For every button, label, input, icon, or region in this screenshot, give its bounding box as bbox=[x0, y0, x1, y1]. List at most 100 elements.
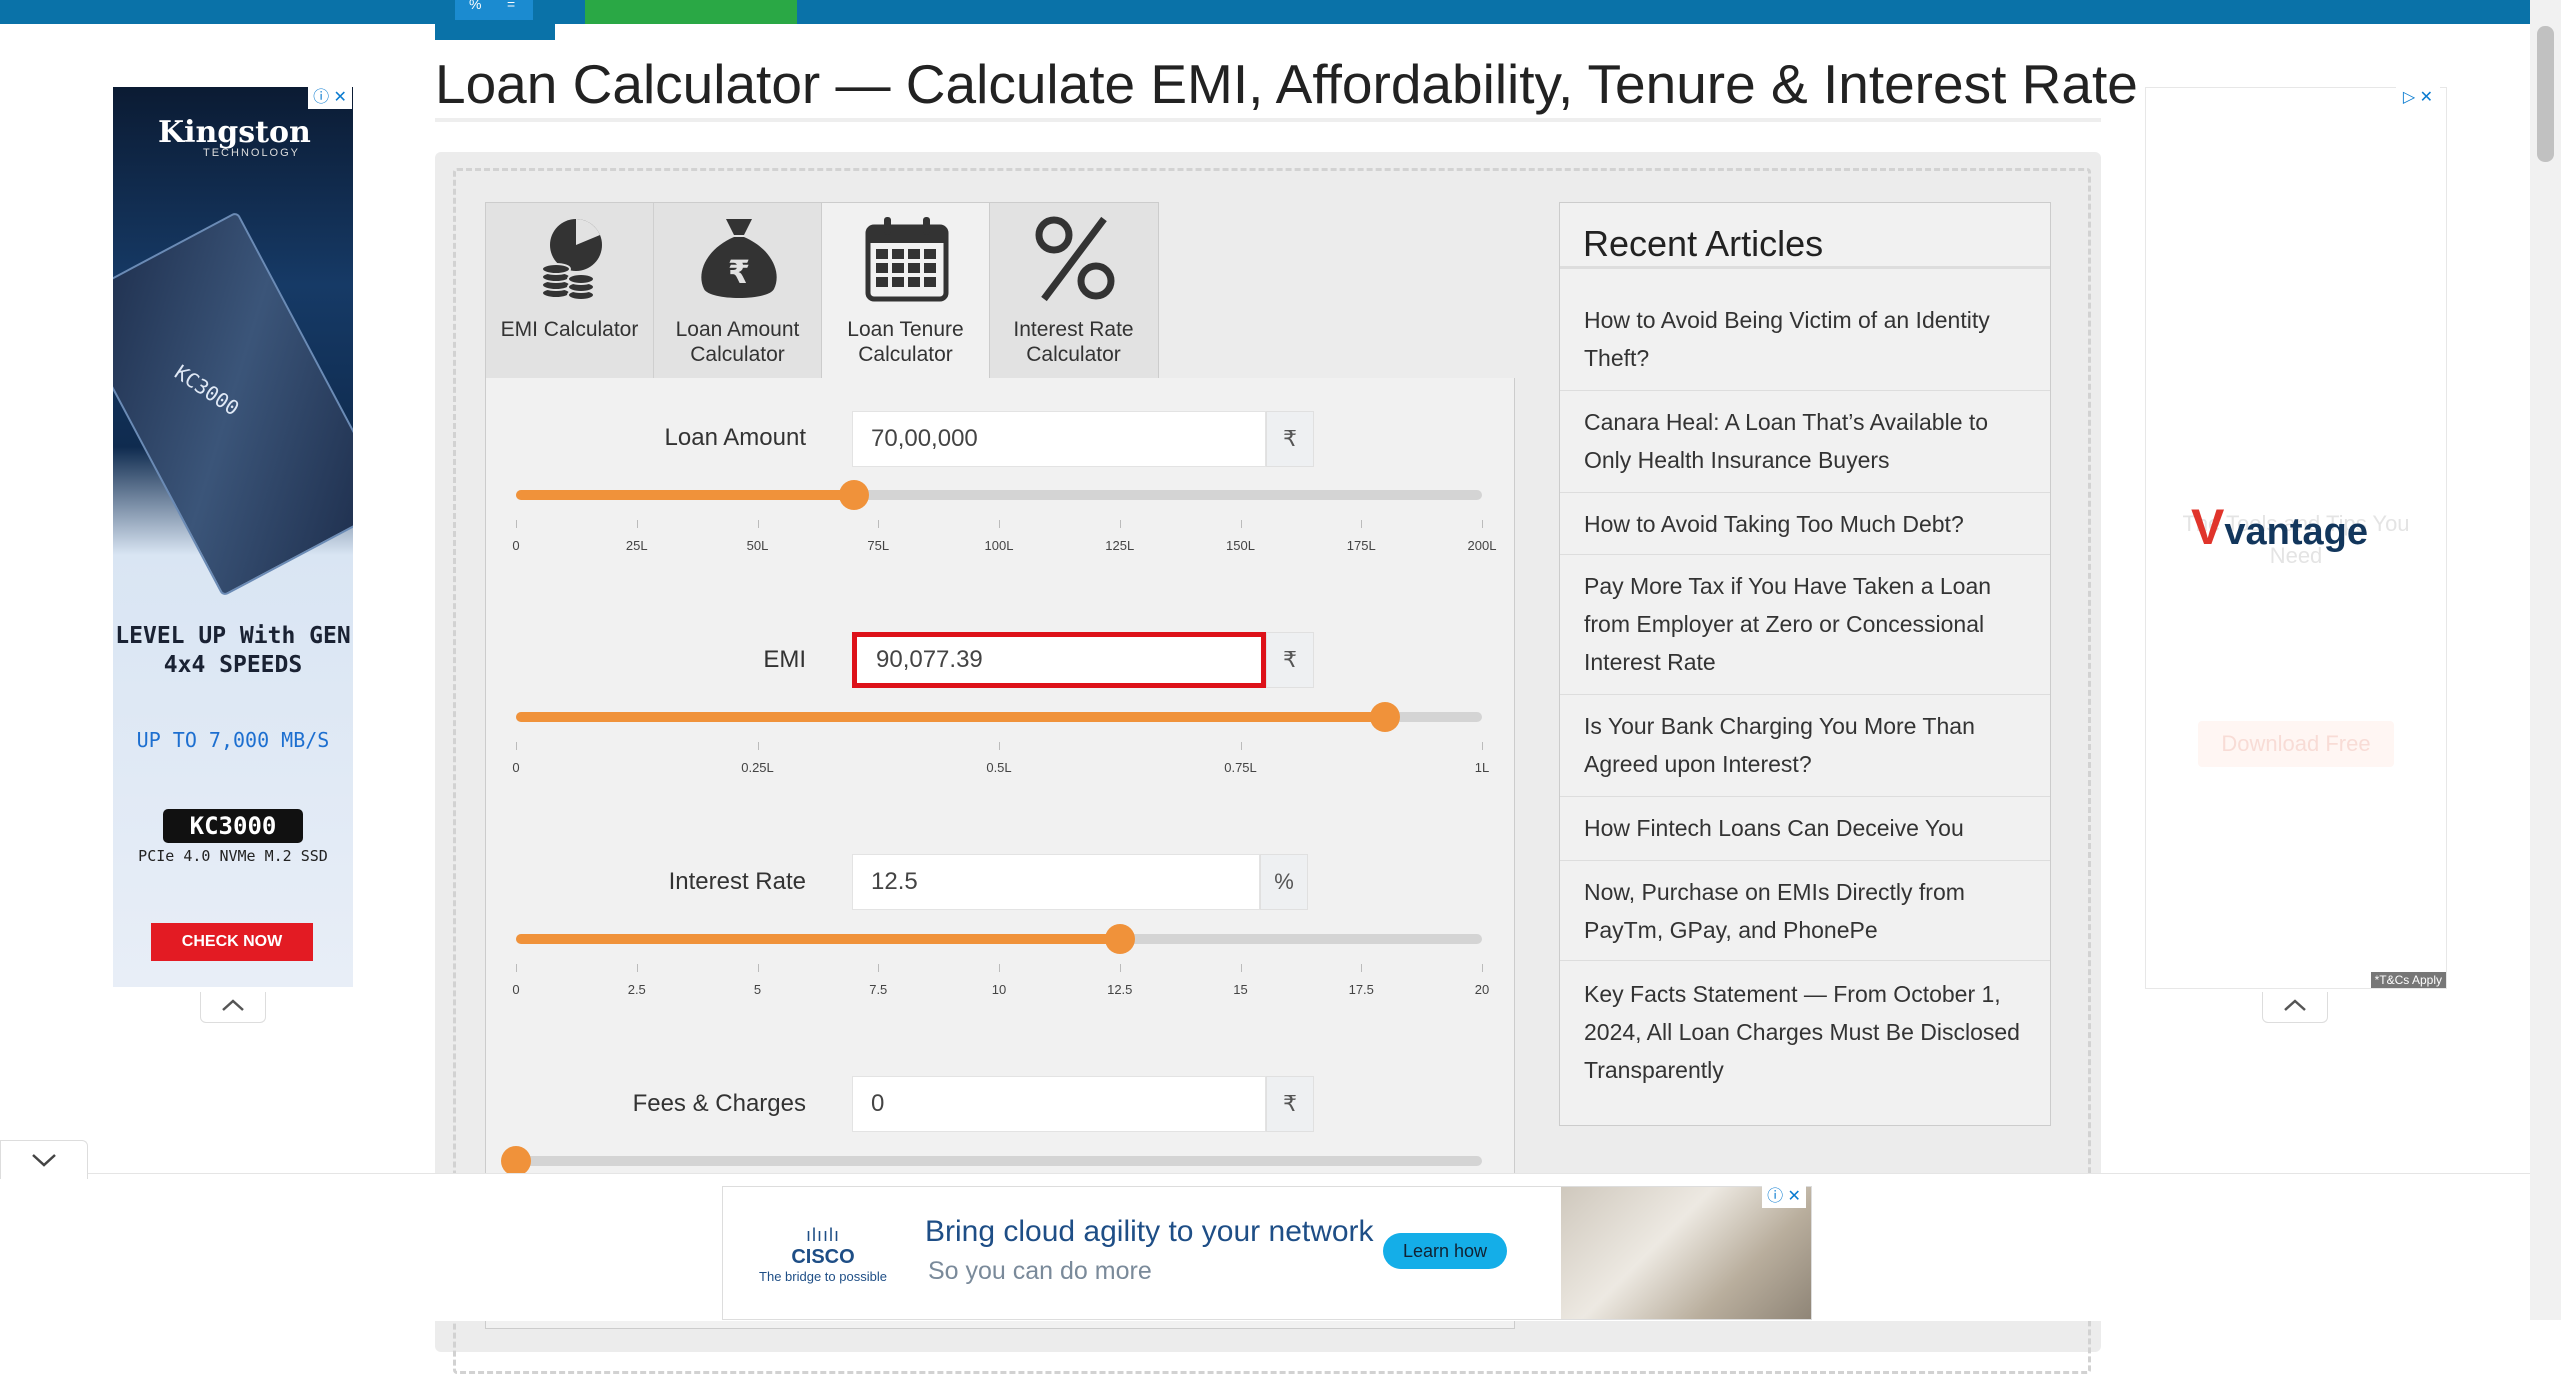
tab-interest-rate-calculator[interactable]: Interest Rate Calculator bbox=[990, 203, 1157, 379]
slider-tick bbox=[1482, 520, 1483, 528]
slider-thumb[interactable] bbox=[501, 1146, 531, 1176]
rupee-addon: ₹ bbox=[1266, 632, 1314, 688]
slider-tick bbox=[999, 964, 1000, 972]
rupee-addon: ₹ bbox=[1266, 411, 1314, 467]
slider-tick bbox=[878, 520, 880, 528]
tab-label: EMI Calculator bbox=[500, 318, 639, 341]
top-nav-bar: % = bbox=[0, 0, 2561, 40]
tab-label: Loan Amount Calculator bbox=[675, 318, 800, 366]
vertical-scrollbar[interactable] bbox=[2530, 0, 2561, 1320]
slider-tick-label: 1L bbox=[1474, 760, 1490, 775]
slider-tick bbox=[757, 742, 759, 750]
slider-tick bbox=[1240, 520, 1242, 528]
slider-tick bbox=[757, 520, 759, 528]
slider-tick-label: 12.5 bbox=[1107, 982, 1133, 997]
slider-tick-label: 0 bbox=[512, 538, 520, 553]
ad-speed: UP TO 7,000 MB/S bbox=[136, 728, 330, 752]
vantage-logo: Vvantage bbox=[2191, 499, 2368, 555]
emi-input[interactable] bbox=[852, 632, 1266, 688]
emi-label: EMI bbox=[763, 646, 806, 673]
cisco-bars-icon: ılıılı bbox=[805, 1225, 840, 1245]
slider-tick bbox=[1482, 742, 1483, 750]
slider-tick bbox=[1240, 742, 1242, 750]
article-link[interactable]: Key Facts Statement — From October 1, 20… bbox=[1560, 961, 2050, 1111]
loan-amount-input[interactable] bbox=[852, 411, 1266, 467]
emi-slider[interactable] bbox=[516, 702, 1482, 732]
adchoices-icon[interactable]: ▷ ✕ bbox=[2396, 87, 2440, 109]
scrollbar-thumb[interactable] bbox=[2537, 26, 2554, 162]
interest-rate-ticks: 0 2.5 5 7.5 10 12.5 15 17.5 20 bbox=[512, 964, 1489, 997]
interest-rate-label: Interest Rate bbox=[668, 868, 806, 895]
right-side-ad[interactable]: The Tools and Tips You Need Vvantage Dow… bbox=[2145, 87, 2447, 989]
tab-emi-calculator[interactable]: EMI Calculator bbox=[486, 203, 654, 379]
ad-headline: LEVEL UP With GEN 4x4 SPEEDS bbox=[115, 623, 351, 678]
article-link[interactable]: How Fintech Loans Can Deceive You bbox=[1560, 797, 2050, 861]
tab-loan-amount-calculator[interactable]: ₹ Loan Amount Calculator bbox=[654, 203, 822, 379]
slider-tick-label: 7.5 bbox=[869, 982, 888, 997]
adchoices-icon[interactable]: ⓘ ✕ bbox=[308, 87, 352, 109]
ad-learn-button[interactable]: Learn how bbox=[1383, 1233, 1507, 1269]
ad-tagline: The bridge to possible bbox=[759, 1269, 887, 1284]
calculator-tabs: EMI Calculator ₹ Loan Amount Calculator … bbox=[485, 202, 1159, 383]
ad-headline: Bring cloud agility to your network bbox=[925, 1215, 1374, 1248]
adchoices-icon[interactable]: ⓘ ✕ bbox=[1762, 1186, 1806, 1208]
collapse-right-ad-button[interactable] bbox=[2262, 992, 2328, 1023]
slider-tick-label: 50L bbox=[746, 538, 769, 553]
article-link[interactable]: How to Avoid Being Victim of an Identity… bbox=[1560, 295, 2050, 391]
title-divider bbox=[435, 118, 2101, 122]
svg-text:₹: ₹ bbox=[728, 253, 750, 291]
article-link[interactable]: How to Avoid Taking Too Much Debt? bbox=[1560, 493, 2050, 555]
slider-tick-label: 0.5L bbox=[986, 760, 1012, 775]
calendar-icon bbox=[865, 217, 949, 302]
logo-mark: % = bbox=[455, 0, 533, 20]
slider-tick-label: 0.25L bbox=[741, 760, 774, 775]
loan-amount-slider[interactable] bbox=[516, 480, 1482, 510]
chevron-down-icon bbox=[32, 1154, 56, 1167]
ad-brand-sub: TECHNOLOGY bbox=[203, 147, 301, 159]
tab-label: Interest Rate Calculator bbox=[1013, 318, 1134, 366]
loan-amount-ticks: 0 25L 50L 75L 100L 125L 150L 175L 200L bbox=[512, 520, 1496, 553]
percent-addon: % bbox=[1260, 854, 1308, 910]
slider-tick-label: 0 bbox=[512, 760, 520, 775]
slider-thumb[interactable] bbox=[1370, 702, 1401, 732]
slider-tick bbox=[516, 964, 517, 972]
collapse-left-ad-button[interactable] bbox=[200, 992, 266, 1023]
fees-input[interactable] bbox=[852, 1076, 1266, 1132]
slider-tick bbox=[999, 742, 1000, 750]
percent-icon bbox=[1035, 216, 1115, 302]
coins-chart-icon bbox=[541, 219, 602, 301]
slider-tick bbox=[1361, 520, 1363, 528]
left-side-ad[interactable]: Kingston TECHNOLOGY KC3000 LEVEL UP With… bbox=[113, 87, 353, 987]
interest-rate-input[interactable] bbox=[852, 854, 1260, 910]
slider-thumb[interactable] bbox=[1104, 924, 1135, 954]
ad-brand: CISCO bbox=[791, 1246, 855, 1268]
chevron-up-icon bbox=[222, 999, 244, 1011]
collapse-bottom-ad-button[interactable] bbox=[0, 1140, 88, 1179]
fees-slider[interactable] bbox=[501, 1146, 1482, 1176]
bottom-banner-ad[interactable]: ılıılı CISCO The bridge to possible Brin… bbox=[722, 1186, 1812, 1320]
fees-label: Fees & Charges bbox=[632, 1090, 806, 1117]
slider-tick-label: 17.5 bbox=[1348, 982, 1374, 997]
nav-highlight-button[interactable] bbox=[585, 0, 797, 24]
interest-rate-slider[interactable] bbox=[516, 924, 1482, 954]
ad-cta-button[interactable]: CHECK NOW bbox=[151, 923, 313, 961]
logo-glyph: % bbox=[469, 0, 482, 12]
tab-loan-tenure-calculator[interactable]: Loan Tenure Calculator bbox=[821, 203, 990, 383]
emi-ticks: 0 0.25L 0.5L 0.75L 1L bbox=[512, 742, 1489, 775]
slider-tick-label: 75L bbox=[867, 538, 890, 553]
recent-articles-panel: Recent Articles How to Avoid Being Victi… bbox=[1559, 202, 2051, 1126]
article-link[interactable]: Is Your Bank Charging You More Than Agre… bbox=[1560, 695, 2050, 797]
loan-amount-label: Loan Amount bbox=[664, 424, 806, 451]
article-link[interactable]: Now, Purchase on EMIs Directly from PayT… bbox=[1560, 861, 2050, 961]
slider-tick bbox=[1361, 964, 1363, 972]
slider-tick bbox=[516, 520, 517, 528]
ssd-label: KC3000 bbox=[170, 360, 244, 421]
slider-tick bbox=[1482, 964, 1483, 972]
ssd-image: KC3000 bbox=[113, 211, 353, 597]
ad-download-button[interactable]: Download Free bbox=[2198, 721, 2394, 767]
article-link[interactable]: Pay More Tax if You Have Taken a Loan fr… bbox=[1560, 555, 2050, 695]
ad-model: KC3000 bbox=[163, 809, 303, 843]
logo-glyph: = bbox=[507, 0, 516, 12]
slider-thumb[interactable] bbox=[839, 480, 870, 510]
article-link[interactable]: Canara Heal: A Loan That’s Available to … bbox=[1560, 391, 2050, 493]
